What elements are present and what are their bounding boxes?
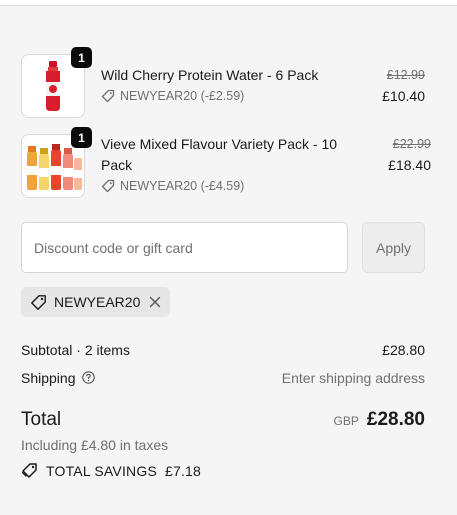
applied-code-text: NEWYEAR20 (54, 294, 141, 310)
shipping-value: Enter shipping address (281, 369, 425, 386)
quantity-badge: 1 (71, 47, 92, 68)
savings-tag-icon (21, 463, 37, 478)
product-title: Wild Cherry Protein Water - 6 Pack (101, 67, 319, 83)
product-title: Vieve Mixed Flavour Variety Pack - 10 Pa… (101, 136, 338, 173)
original-price: £22.99 (392, 137, 431, 151)
final-price: £18.40 (388, 157, 431, 173)
product-thumbnail[interactable]: 1 (21, 47, 92, 118)
subtotal-value: £28.80 (382, 341, 425, 358)
tag-icon (31, 294, 46, 310)
quantity-badge: 1 (71, 127, 92, 148)
item-discount: NEWYEAR20 (-£2.59) (101, 89, 345, 103)
original-price: £12.99 (386, 68, 425, 82)
shipping-row: Shipping Enter shipping address (21, 368, 425, 387)
line-item: 1 Wild Cherry Protein Water - 6 Pack NEW… (21, 47, 425, 118)
product-thumbnail[interactable]: 1 (21, 127, 92, 198)
subtotal-row: Subtotal · 2 items £28.80 (21, 340, 425, 359)
discount-text: NEWYEAR20 (-£2.59) (120, 89, 245, 103)
savings-value: £7.18 (165, 462, 202, 479)
total-label: Total (21, 409, 62, 430)
help-circle-icon[interactable] (81, 371, 95, 384)
currency-code: GBP (333, 414, 359, 428)
total-row: Total GBP £28.80 (21, 407, 425, 433)
shipping-label: Shipping (21, 369, 76, 386)
discount-code-input[interactable] (21, 222, 348, 273)
total-value: £28.80 (366, 409, 425, 430)
remove-discount-button[interactable] (149, 296, 161, 308)
subtotal-label: Subtotal · 2 items (21, 341, 130, 358)
close-icon (149, 296, 161, 308)
applied-discount-chip: NEWYEAR20 (21, 287, 170, 317)
apply-button[interactable]: Apply (362, 222, 425, 273)
tag-icon (101, 89, 115, 103)
tag-icon (101, 179, 115, 193)
savings-label: TOTAL SAVINGS (46, 462, 157, 479)
item-discount: NEWYEAR20 (-£4.59) (101, 179, 351, 193)
final-price: £10.40 (382, 88, 425, 104)
header-strip (0, 0, 457, 6)
total-savings: TOTAL SAVINGS £7.18 (21, 462, 201, 479)
discount-text: NEWYEAR20 (-£4.59) (120, 179, 245, 193)
line-item: 1 Vieve Mixed Flavour Variety Pack - 10 … (21, 127, 431, 198)
taxes-note: Including £4.80 in taxes (21, 437, 169, 453)
